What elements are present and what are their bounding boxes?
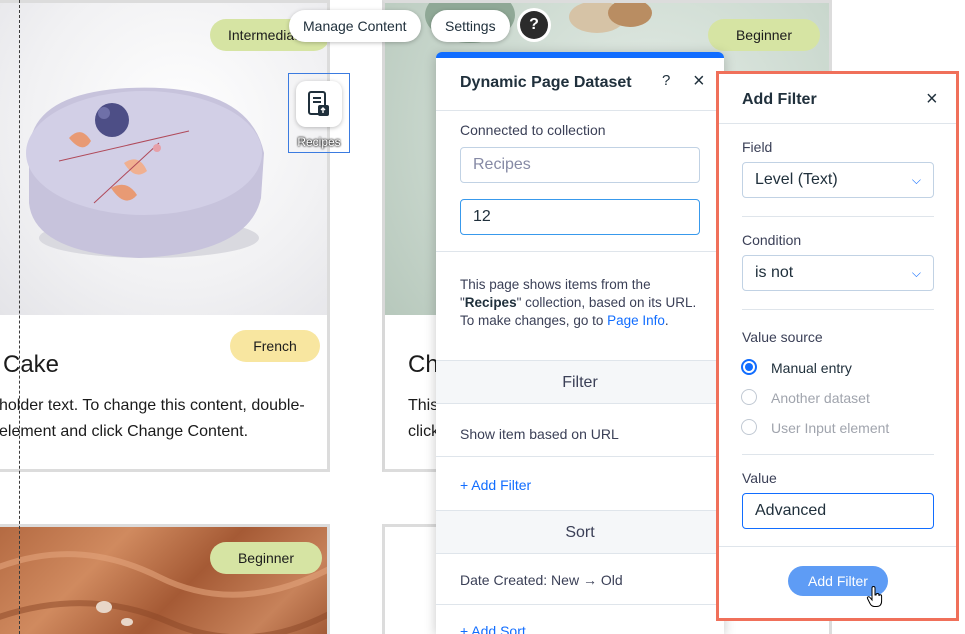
recipe-title: Cake — [3, 351, 60, 378]
condition-dropdown[interactable]: is not ⌵ — [742, 255, 934, 291]
divider — [436, 251, 724, 252]
dataset-label: Recipes — [297, 135, 341, 149]
divider — [742, 309, 934, 310]
divider — [436, 604, 724, 605]
field-dropdown[interactable]: Level (Text) ⌵ — [742, 162, 934, 198]
divider — [436, 456, 724, 457]
sort-section-header: Sort — [436, 510, 724, 554]
items-count-field[interactable]: 12 — [460, 199, 700, 235]
dataset-icon[interactable] — [296, 81, 342, 127]
radio-selected-icon[interactable] — [741, 359, 757, 375]
help-icon[interactable]: ? — [662, 72, 670, 89]
chevron-down-icon: ⌵ — [911, 266, 921, 280]
recipe-body-line: This — [408, 397, 439, 414]
radio-label: User Input element — [771, 420, 890, 436]
recipe-body-line: element and click Change Content. — [0, 423, 249, 440]
cuisine-badge: French — [230, 330, 320, 362]
sort-item[interactable]: Date Created: New → Old — [460, 572, 623, 588]
divider — [742, 454, 934, 455]
filter-item[interactable]: Show item based on URL — [460, 426, 619, 442]
connected-collection-label: Connected to collection — [460, 122, 606, 138]
add-filter-panel: Add Filter × Field Level (Text) ⌵ Condit… — [719, 74, 956, 618]
level-badge: Beginner — [708, 19, 820, 51]
recipe-body-line: holder text. To change this content, dou… — [0, 397, 305, 414]
value-input[interactable]: Advanced — [742, 493, 934, 529]
dataset-settings-panel: Dynamic Page Dataset ? × Connected to co… — [436, 52, 724, 634]
layout-guide-line — [19, 0, 20, 634]
chevron-down-icon: ⌵ — [911, 173, 921, 187]
add-filter-link[interactable]: + Add Filter — [460, 477, 531, 493]
radio-icon[interactable] — [741, 419, 757, 435]
divider — [436, 110, 724, 111]
panel-title: Dynamic Page Dataset — [460, 74, 632, 91]
value-label: Value — [742, 470, 777, 486]
close-icon[interactable]: × — [926, 88, 938, 111]
condition-label: Condition — [742, 232, 802, 248]
page-info-link[interactable]: Page Info — [607, 313, 665, 328]
divider — [719, 123, 956, 124]
close-icon[interactable]: × — [693, 70, 705, 93]
condition-value: is not — [755, 264, 794, 281]
recipe-card[interactable]: Beginner — [0, 524, 330, 634]
field-value: Level (Text) — [755, 171, 838, 188]
page-info-description: This page shows items from the "Recipes"… — [460, 277, 697, 328]
manage-content-button[interactable]: Manage Content — [289, 10, 421, 42]
value-source-label: Value source — [742, 329, 823, 345]
radio-label: Manual entry — [771, 360, 852, 376]
recipe-title: Ch — [408, 351, 439, 378]
help-icon[interactable]: ? — [520, 11, 548, 39]
divider — [719, 546, 956, 547]
level-badge: Beginner — [210, 542, 322, 574]
divider — [742, 216, 934, 217]
recipe-body-line: click — [408, 423, 440, 440]
hand-pointer-icon — [866, 586, 883, 607]
recipe-card[interactable]: Intermediate French Cake holder text. To… — [0, 0, 330, 472]
settings-button[interactable]: Settings — [431, 10, 510, 42]
radio-label: Another dataset — [771, 390, 870, 406]
collection-field[interactable]: Recipes — [460, 147, 700, 183]
add-sort-link[interactable]: + Add Sort — [460, 623, 526, 634]
filter-section-header: Filter — [436, 360, 724, 404]
radio-icon[interactable] — [741, 389, 757, 405]
field-label: Field — [742, 139, 773, 155]
dataset-glyph — [308, 91, 329, 116]
panel-title: Add Filter — [742, 91, 817, 108]
